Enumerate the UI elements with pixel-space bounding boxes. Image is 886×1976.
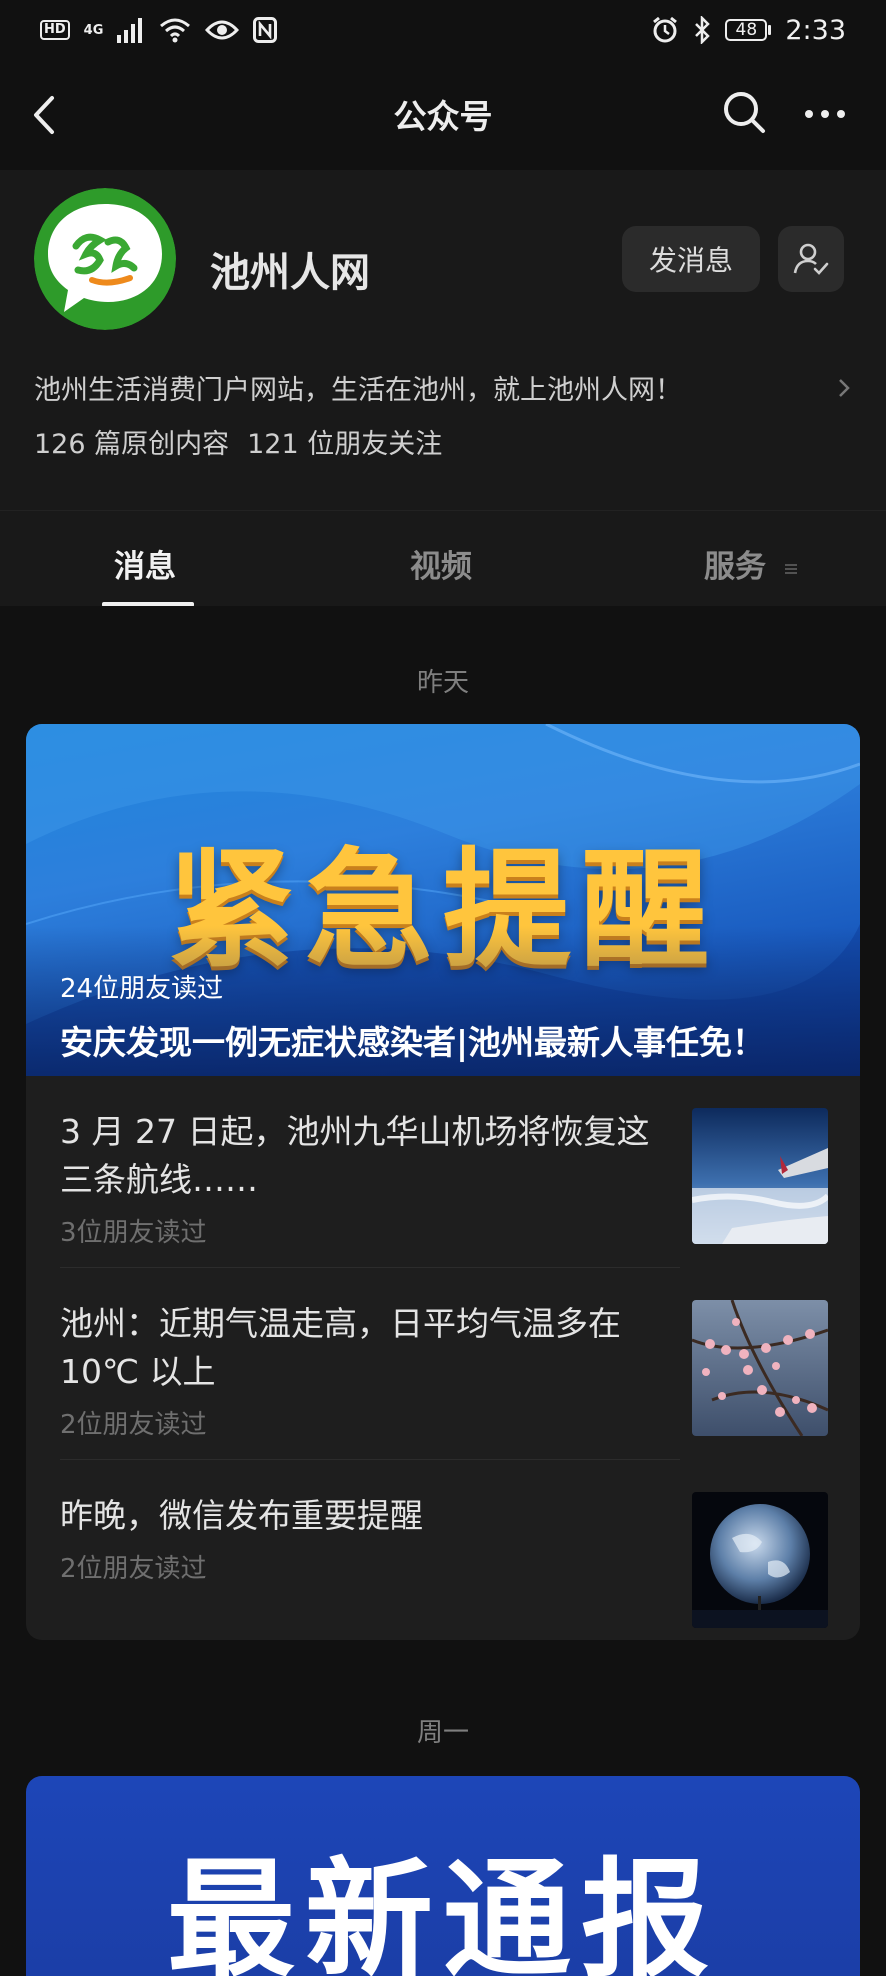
- send-message-button[interactable]: 发消息: [622, 226, 760, 292]
- article-title: 3 月 27 日起，池州九华山机场将恢复这三条航线……: [60, 1112, 650, 1199]
- status-bar: HD 4G 48 2:33: [0, 0, 886, 60]
- battery-level: 48: [725, 19, 768, 41]
- banner-text: 最新通报: [166, 1846, 719, 1976]
- article-reads: 3位朋友读过: [60, 1218, 207, 1248]
- article-reads: 2位朋友读过: [60, 1554, 207, 1584]
- chevron-right-icon: [839, 378, 850, 397]
- clock: 2:33: [785, 14, 846, 46]
- list-item[interactable]: 池州：近期气温走高，日平均气温多在 10℃ 以上 2位朋友读过: [26, 1268, 860, 1460]
- article-reads: 2位朋友读过: [60, 1410, 207, 1440]
- account-description-row[interactable]: 池州生活消费门户网站，生活在池州，就上池州人网！: [34, 368, 854, 407]
- status-bar-right: 48 2:33: [651, 15, 846, 46]
- battery-indicator: 48: [725, 19, 772, 41]
- headline-reads: 24位朋友读过: [60, 974, 224, 1004]
- tab-videos[interactable]: 视频: [410, 541, 472, 586]
- headline-article[interactable]: 最新通报: [26, 1776, 860, 1976]
- article-title: 昨晚，微信发布重要提醒: [60, 1496, 423, 1535]
- follow-status-button[interactable]: [778, 226, 844, 292]
- list-item-text: 池州：近期气温走高，日平均气温多在 10℃ 以上 2位朋友读过: [60, 1300, 650, 1441]
- wifi-icon: [160, 18, 191, 43]
- bluetooth-icon: [695, 16, 711, 44]
- list-item[interactable]: 昨晚，微信发布重要提醒 2位朋友读过: [26, 1460, 860, 1640]
- airplane-wing-thumbnail: [692, 1108, 828, 1244]
- earth-thumbnail: [692, 1492, 828, 1628]
- article-card: 紧急提醒 24位朋友读过 安庆发现一例无症状感染者|池州最新人事任免！ 3 月 …: [26, 724, 860, 1640]
- account-stats: 126 篇原创内容 121 位朋友关注: [34, 422, 442, 461]
- alarm-icon: [653, 16, 678, 43]
- list-item-text: 昨晚，微信发布重要提醒 2位朋友读过: [60, 1492, 650, 1585]
- user-check-icon: [793, 243, 829, 275]
- account-name: 池州人网: [210, 250, 370, 296]
- plum-blossom-thumbnail: [692, 1300, 828, 1436]
- tab-services[interactable]: 服务: [704, 541, 799, 586]
- more-icon[interactable]: [800, 92, 850, 136]
- original-count[interactable]: 126 篇原创内容: [34, 422, 229, 461]
- account-description: 池州生活消费门户网站，生活在池州，就上池州人网！: [34, 375, 682, 406]
- list-item-text: 3 月 27 日起，池州九华山机场将恢复这三条航线…… 3位朋友读过: [60, 1108, 650, 1249]
- search-icon[interactable]: [720, 88, 768, 136]
- tab-messages[interactable]: 消息: [114, 541, 176, 586]
- list-item[interactable]: 3 月 27 日起，池州九华山机场将恢复这三条航线…… 3位朋友读过: [26, 1076, 860, 1268]
- date-label: 周一: [416, 1718, 469, 1748]
- headline-title: 安庆发现一例无症状感染者|池州最新人事任免！: [60, 1023, 766, 1062]
- account-avatar[interactable]: [34, 188, 176, 330]
- battery-tip: [768, 25, 772, 35]
- status-bar-left: HD 4G: [40, 17, 278, 43]
- signal-icon: [117, 18, 143, 43]
- tab-bar: 消息 视频 服务: [0, 510, 886, 607]
- account-profile: 池州人网 发消息 池州生活消费门户网站，生活在池州，就上池州人网！ 126 篇原…: [0, 170, 886, 510]
- network-type: 4G: [83, 22, 104, 38]
- message-feed: 昨天 紧急提醒 24位朋友读过 安庆发现一例无症状感染者|池州最新人事任免！ 3…: [0, 606, 886, 1976]
- hd-indicator: HD: [40, 20, 70, 40]
- nav-bar: 公众号: [0, 60, 886, 170]
- article-title: 池州：近期气温走高，日平均气温多在 10℃ 以上: [60, 1304, 621, 1391]
- date-label: 昨天: [416, 668, 469, 698]
- eye-icon: [205, 20, 240, 40]
- nfc-icon: [253, 17, 278, 43]
- menu-icon: [784, 563, 797, 574]
- tab-services-label: 服务: [704, 549, 766, 585]
- follower-count[interactable]: 121 位朋友关注: [247, 422, 442, 461]
- headline-article[interactable]: 紧急提醒 24位朋友读过 安庆发现一例无症状感染者|池州最新人事任免！: [26, 724, 860, 1076]
